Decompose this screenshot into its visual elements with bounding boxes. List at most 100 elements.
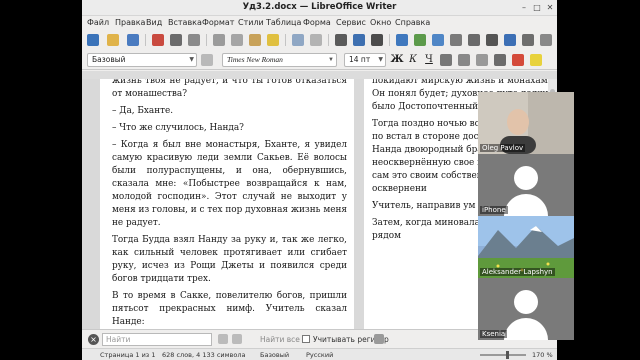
update-style-icon[interactable] (201, 54, 213, 66)
participant-name: Oleg Pavlov (480, 144, 526, 152)
redo-icon[interactable] (310, 34, 322, 46)
participant-name: Aleksander Lapshyn (480, 268, 555, 276)
paragraph-style-value: Базовый (92, 55, 126, 64)
toolbar-separator (328, 34, 329, 46)
undo-icon[interactable] (292, 34, 304, 46)
new-document-icon[interactable] (87, 34, 99, 46)
insert-textbox-icon[interactable] (450, 34, 462, 46)
toolbar-separator (285, 34, 286, 46)
spelling-icon[interactable] (353, 34, 365, 46)
menu-file[interactable]: Файл (87, 18, 109, 27)
find-all-button[interactable]: Найти все (260, 335, 300, 344)
font-size-value: 14 пт (349, 55, 371, 64)
hyperlink-icon[interactable] (504, 34, 516, 46)
menu-styles[interactable]: Стили (238, 18, 264, 27)
participant-tile[interactable]: Ksenia (478, 278, 574, 340)
save-icon[interactable] (127, 34, 139, 46)
language[interactable]: Русский (306, 351, 333, 359)
menu-insert[interactable]: Вставка (168, 18, 202, 27)
participant-name: iPhone (480, 206, 508, 214)
cut-icon[interactable] (213, 34, 225, 46)
avatar-icon (504, 318, 548, 340)
insert-chart-icon[interactable] (432, 34, 444, 46)
italic-button[interactable]: К (406, 53, 420, 67)
menu-format[interactable]: Формат (202, 18, 234, 27)
more-options-icon[interactable] (540, 34, 552, 46)
participant-tile[interactable]: Aleksander Lapshyn (478, 216, 574, 278)
avatar-icon (514, 290, 538, 314)
word-count[interactable]: 628 слов, 4 133 символа (162, 351, 245, 359)
page-text-column: жизнь твоя не радует, и что ты готов отк… (112, 79, 347, 329)
print-preview-icon[interactable] (188, 34, 200, 46)
underline-button[interactable]: Ч (422, 53, 436, 67)
toolbar-separator (206, 34, 207, 46)
participant-name: Ksenia (480, 330, 508, 338)
clone-formatting-icon[interactable] (267, 34, 279, 46)
bold-button[interactable]: Ж (390, 53, 404, 67)
strikethrough-icon[interactable] (440, 54, 452, 66)
chevron-down-icon: ▼ (328, 57, 334, 63)
menu-edit[interactable]: Правка (115, 18, 145, 27)
match-case-checkbox[interactable] (302, 335, 310, 343)
formatting-marks-icon[interactable] (371, 34, 383, 46)
menu-help[interactable]: Справка (395, 18, 430, 27)
zoom-level[interactable]: 170 % (532, 351, 553, 359)
paragraph: – Когда я был вне монастыря, Бханте, я у… (112, 140, 347, 228)
menu-table[interactable]: Таблица (266, 18, 301, 27)
find-input[interactable]: Найти (102, 333, 212, 346)
highlight-icon[interactable] (530, 54, 542, 66)
find-replace-icon[interactable] (374, 334, 384, 344)
copy-icon[interactable] (231, 34, 243, 46)
chevron-down-icon: ▼ (378, 56, 383, 63)
paragraph: жизнь твоя не радует, и что ты готов отк… (112, 79, 347, 99)
footnote-icon[interactable] (522, 34, 534, 46)
maximize-icon[interactable]: □ (532, 3, 542, 13)
find-previous-icon[interactable] (218, 334, 228, 344)
zoom-slider-knob[interactable] (506, 351, 509, 359)
close-icon[interactable]: ✕ (545, 3, 555, 13)
close-find-bar-icon[interactable]: × (88, 334, 99, 345)
document-page[interactable]: жизнь твоя не радует, и что ты готов отк… (100, 79, 354, 329)
paragraph: Тогда Будда взял Нанду за руку и, так же… (112, 235, 347, 284)
toolbar-separator (389, 34, 390, 46)
menu-window[interactable]: Окно (370, 18, 391, 27)
font-color-icon[interactable] (512, 54, 524, 66)
menu-tools[interactable]: Сервис (336, 18, 366, 27)
participant-tile[interactable]: iPhone (478, 154, 574, 216)
status-bar: Страница 1 из 1 628 слов, 4 133 символа … (82, 348, 557, 360)
paragraph-style-select[interactable]: Базовый ▼ (87, 53, 197, 67)
insert-table-icon[interactable] (396, 34, 408, 46)
avatar-icon (514, 166, 538, 190)
menu-form[interactable]: Форма (303, 18, 331, 27)
shadow-icon[interactable] (494, 54, 506, 66)
standard-toolbar (82, 30, 557, 50)
font-name-select[interactable]: Times New Roman ▼ (222, 53, 337, 67)
participant-tile[interactable]: Oleg Pavlov (478, 92, 574, 154)
formatting-toolbar: Базовый ▼ Times New Roman ▼ 14 пт ▼ Ж К … (82, 50, 557, 70)
page-count[interactable]: Страница 1 из 1 (100, 351, 155, 359)
paragraph: – Что же случилось, Нанда? (112, 123, 244, 133)
subscript-icon[interactable] (476, 54, 488, 66)
font-size-select[interactable]: 14 пт ▼ (344, 53, 386, 67)
find-next-icon[interactable] (232, 334, 242, 344)
minimize-icon[interactable]: – (519, 3, 529, 13)
superscript-icon[interactable] (458, 54, 470, 66)
page-break-icon[interactable] (468, 34, 480, 46)
font-name-value: Times New Roman (227, 55, 283, 64)
title-bar: Уд3.2.docx — LibreOffice Writer – □ ✕ (82, 0, 557, 16)
print-icon[interactable] (170, 34, 182, 46)
paste-icon[interactable] (249, 34, 261, 46)
toolbar-separator (145, 34, 146, 46)
menu-bar: Файл Правка Вид Вставка Формат Стили Таб… (82, 16, 557, 30)
horizontal-ruler (82, 71, 557, 79)
zoom-slider[interactable] (480, 354, 526, 356)
special-character-icon[interactable] (486, 34, 498, 46)
menu-view[interactable]: Вид (146, 18, 162, 27)
screen: Уд3.2.docx — LibreOffice Writer – □ ✕ Фа… (0, 0, 640, 360)
find-replace-icon[interactable] (335, 34, 347, 46)
paragraph: В то время в Сакке, повелителю богов, пр… (112, 291, 347, 327)
open-icon[interactable] (107, 34, 119, 46)
export-pdf-icon[interactable] (152, 34, 164, 46)
insert-image-icon[interactable] (414, 34, 426, 46)
page-style[interactable]: Базовый (260, 351, 289, 359)
